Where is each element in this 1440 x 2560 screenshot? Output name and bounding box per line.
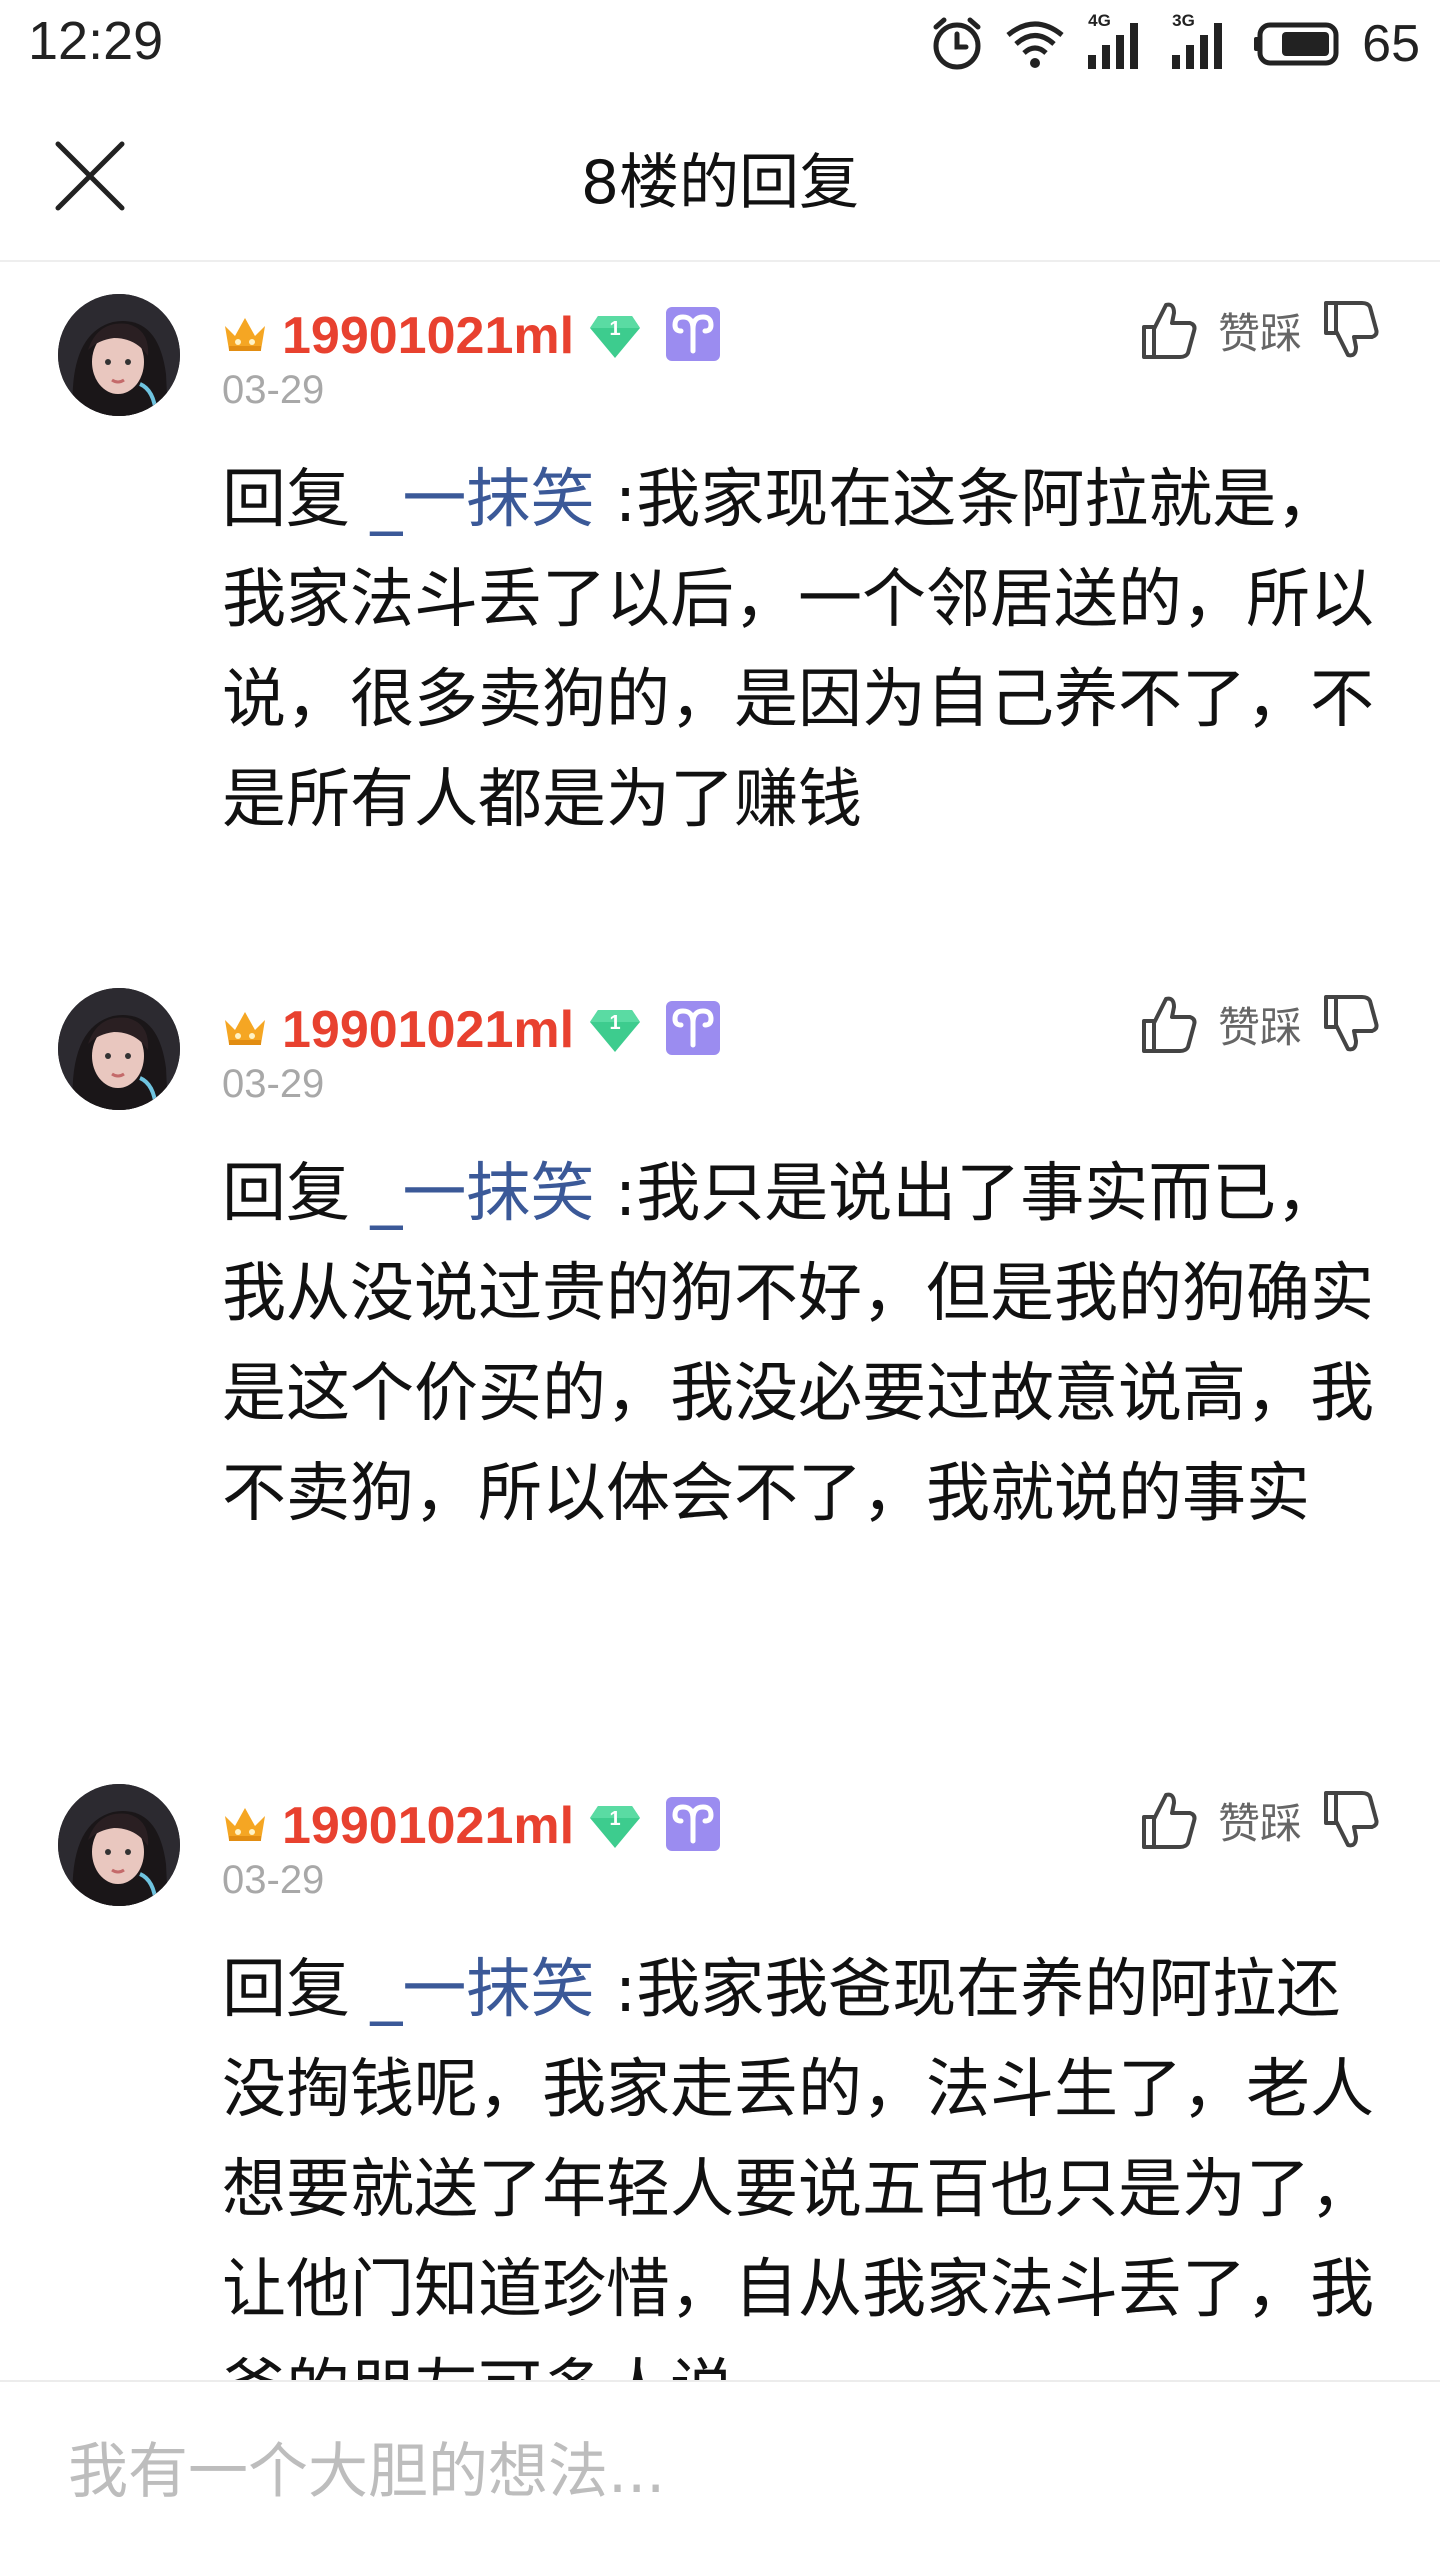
status-time: 12:29 (28, 11, 164, 71)
battery-icon (1252, 21, 1342, 67)
avatar[interactable] (58, 988, 180, 1110)
status-icons: 4G 3G 65 (928, 11, 1420, 74)
post-date: 03-29 (222, 1858, 325, 1902)
username[interactable]: 19901021ml (282, 306, 574, 366)
reply-content: 回复 _一抹笑 :我只是说出了事实而已，我从没说过贵的狗不好，但是我的狗确实是这… (222, 1144, 1382, 1544)
vote-label: 赞踩 (1217, 1798, 1302, 1848)
vote-bar: 赞踩 (1140, 290, 1380, 370)
like-button[interactable] (1140, 299, 1198, 361)
user-row: 19901021ml 1 (222, 994, 721, 1066)
like-button[interactable] (1140, 1789, 1198, 1851)
vote-label: 赞踩 (1217, 308, 1302, 358)
reply-item: 19901021ml 1 03-29 赞踩 回复 _一抹笑 :我只是说出了事实而… (0, 958, 1440, 1738)
thumbs-up-icon (1141, 996, 1197, 1053)
aries-icon (666, 1797, 721, 1855)
user-row: 19901021ml 1 (222, 300, 721, 372)
crown-icon (222, 1008, 268, 1052)
reply-prefix: 回复 (222, 1157, 371, 1231)
level-number: 1 (609, 1808, 621, 1830)
alarm-icon (928, 15, 986, 73)
dislike-button[interactable] (1322, 993, 1380, 1055)
reply-to-user[interactable]: _一抹笑 (370, 1953, 594, 2027)
signal-3g-icon: 3G (1168, 11, 1234, 73)
avatar[interactable] (58, 294, 180, 416)
signal-4g-icon: 4G (1084, 11, 1150, 73)
reply-item: 19901021ml 1 03-29 赞踩 回复 _一抹笑 :我家我爸现在养的阿… (0, 1754, 1440, 2380)
status-bar: 12:29 4G 3G 65 (0, 0, 1440, 90)
reply-to-user[interactable]: _一抹笑 (370, 463, 594, 537)
post-date: 03-29 (222, 368, 325, 412)
wifi-icon (1004, 17, 1066, 71)
reply-list[interactable]: 19901021ml 1 03-29 赞踩 回复 _一抹笑 :我家现在这条阿拉就… (0, 264, 1440, 2380)
level-number: 1 (609, 1012, 621, 1034)
thumbs-up-icon (1141, 1792, 1197, 1849)
thumbs-up-icon (1141, 302, 1197, 359)
nav-bar: 8楼的回复 (0, 90, 1440, 262)
page-title: 8楼的回复 (580, 148, 860, 218)
post-date: 03-29 (222, 1062, 325, 1106)
dislike-button[interactable] (1322, 1789, 1380, 1851)
vote-bar: 赞踩 (1140, 1780, 1380, 1860)
thumbs-down-icon (1324, 995, 1379, 1052)
level-badge: 1 (588, 312, 642, 360)
dislike-button[interactable] (1322, 299, 1380, 361)
reply-content: 回复 _一抹笑 :我家现在这条阿拉就是，我家法斗丢了以后，一个邻居送的，所以说，… (222, 450, 1382, 850)
reply-item: 19901021ml 1 03-29 赞踩 回复 _一抹笑 :我家现在这条阿拉就… (0, 264, 1440, 954)
avatar[interactable] (58, 1784, 180, 1906)
crown-icon (222, 1804, 268, 1848)
comment-input[interactable] (0, 2382, 1440, 2560)
username[interactable]: 19901021ml (282, 1000, 574, 1060)
thumbs-down-icon (1324, 301, 1379, 358)
crown-icon (222, 314, 268, 358)
thumbs-down-icon (1324, 1791, 1379, 1848)
battery-level: 65 (1362, 15, 1420, 73)
reply-to-user[interactable]: _一抹笑 (370, 1157, 594, 1231)
vote-bar: 赞踩 (1140, 984, 1380, 1064)
comment-composer (0, 2380, 1440, 2560)
reply-content: 回复 _一抹笑 :我家我爸现在养的阿拉还没掏钱呢，我家走丢的，法斗生了，老人想要… (222, 1940, 1382, 2380)
reply-prefix: 回复 (222, 1953, 371, 2027)
username[interactable]: 19901021ml (282, 1796, 574, 1856)
user-row: 19901021ml 1 (222, 1790, 721, 1862)
level-badge: 1 (588, 1802, 642, 1850)
level-badge: 1 (588, 1006, 642, 1054)
vote-label: 赞踩 (1217, 1002, 1302, 1052)
aries-icon (666, 307, 721, 365)
aries-icon (666, 1001, 721, 1059)
reply-prefix: 回复 (222, 463, 371, 537)
level-number: 1 (609, 318, 621, 340)
like-button[interactable] (1140, 993, 1198, 1055)
